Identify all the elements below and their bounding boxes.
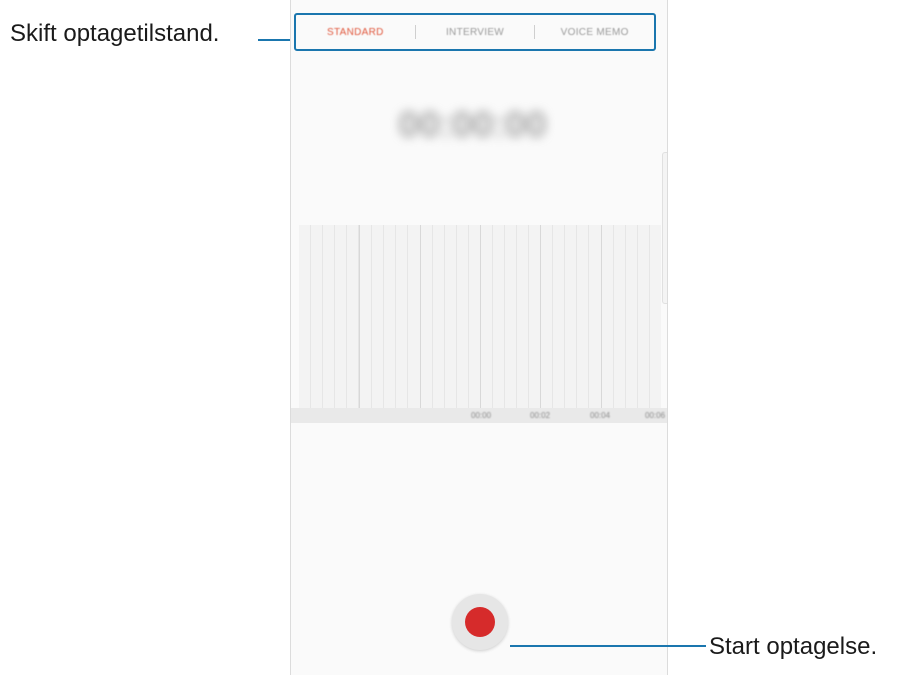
tab-voice-memo[interactable]: VOICE MEMO — [535, 27, 654, 38]
time-tick: 00:04 — [590, 411, 611, 420]
waveform-area — [299, 225, 661, 408]
waveform-column — [540, 225, 600, 408]
record-icon — [465, 607, 495, 637]
tab-standard[interactable]: STANDARD — [296, 27, 415, 38]
time-tick: 00:00 — [471, 411, 492, 420]
tab-interview[interactable]: INTERVIEW — [416, 27, 535, 38]
callout-line-start-recording — [510, 645, 706, 647]
callout-start-recording: Start optagelse. — [709, 633, 878, 660]
recording-mode-tabs: STANDARD INTERVIEW VOICE MEMO — [294, 13, 656, 51]
waveform-column — [299, 225, 359, 408]
waveform-column — [601, 225, 661, 408]
voice-recorder-screen: STANDARD INTERVIEW VOICE MEMO 00:00:00 0… — [290, 0, 668, 675]
waveform-column — [480, 225, 540, 408]
scroll-indicator — [662, 152, 667, 304]
time-tick: 00:02 — [530, 411, 551, 420]
waveform-column — [420, 225, 480, 408]
time-tick: 00:06 — [645, 411, 666, 420]
time-ruler: 00:00 00:02 00:04 00:06 — [291, 408, 667, 423]
record-button[interactable] — [452, 594, 508, 650]
waveform-column — [359, 225, 419, 408]
callout-mode-switch: Skift optagetilstand. — [10, 20, 220, 47]
recording-timer: 00:00:00 — [399, 106, 548, 144]
callout-line-mode-switch — [258, 39, 291, 41]
